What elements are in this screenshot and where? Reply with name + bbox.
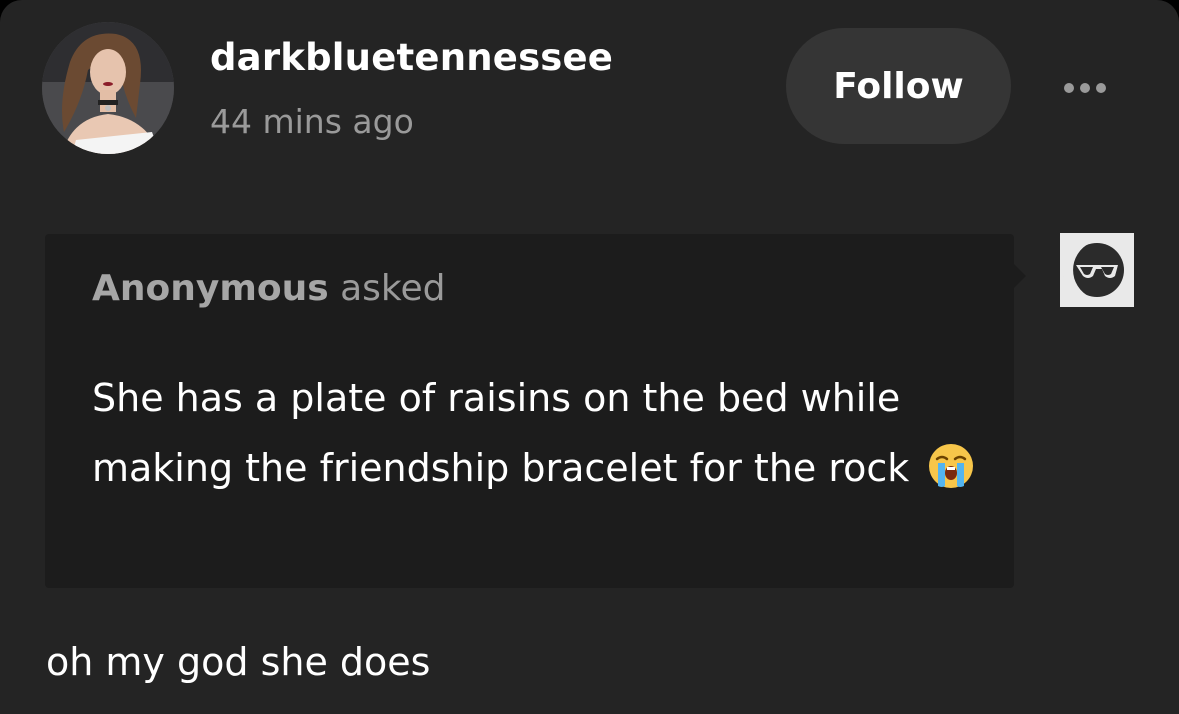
more-dot [1096, 83, 1106, 93]
more-options-icon[interactable] [1050, 72, 1120, 104]
more-dot [1064, 83, 1074, 93]
post-card: darkbluetennessee 44 mins ago Follow Ano… [0, 0, 1179, 714]
more-dot [1080, 83, 1090, 93]
question-body: She has a plate of raisins on the bed wh… [92, 376, 910, 490]
post-timestamp: 44 mins ago [210, 102, 414, 141]
asked-label: asked [340, 268, 446, 309]
user-avatar-image [42, 22, 174, 154]
follow-button[interactable]: Follow [786, 28, 1011, 144]
asker-name: Anonymous [92, 268, 329, 309]
asker-line: Anonymous asked [92, 268, 445, 309]
question-text: She has a plate of raisins on the bed wh… [92, 363, 992, 512]
sunglasses-face-icon [1060, 233, 1134, 307]
loudly-crying-face-emoji [927, 442, 975, 512]
username[interactable]: darkbluetennessee [210, 36, 613, 79]
ask-pointer [1012, 262, 1026, 290]
user-avatar[interactable] [42, 22, 174, 154]
answer-text: oh my god she does [46, 640, 431, 684]
anonymous-avatar[interactable] [1060, 233, 1134, 307]
